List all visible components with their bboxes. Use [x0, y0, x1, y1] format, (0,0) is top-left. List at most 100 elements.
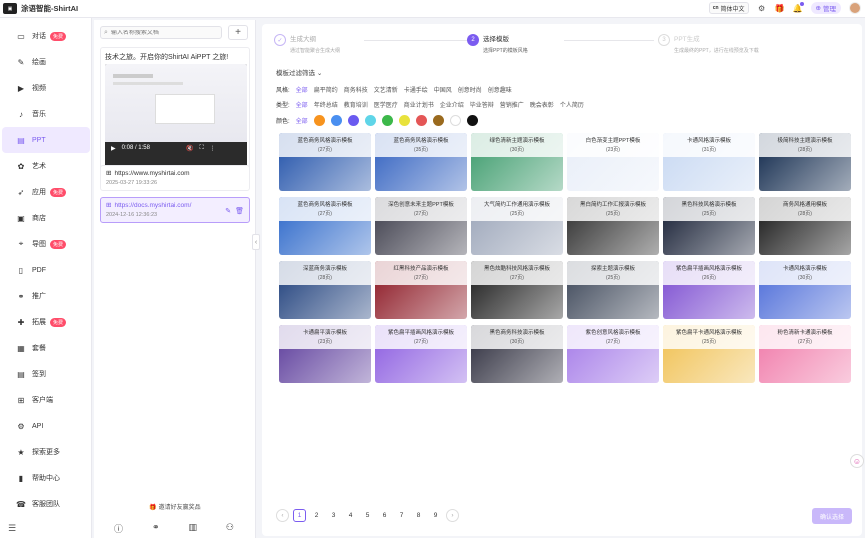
sidebar-item[interactable]: ☎ 客服团队	[2, 491, 90, 517]
color-swatch[interactable]	[466, 115, 478, 126]
template-card[interactable]: 绿色清新主题演示模板 (30页)	[471, 133, 563, 191]
template-card[interactable]: 商务风格通用模板 (28页)	[759, 197, 851, 255]
gift-icon[interactable]: 🎁	[775, 3, 785, 13]
page-number-button[interactable]: 3	[327, 509, 340, 522]
filter-option[interactable]: 卡通手绘	[404, 85, 428, 94]
collapse-sidebar-icon[interactable]: ☰	[8, 523, 16, 534]
sidebar-item[interactable]: ▦ 套餐	[2, 335, 90, 361]
step-outline[interactable]: ✓ 生成大纲 通过智能聚合生成大纲	[274, 34, 340, 54]
template-card[interactable]: 蓝色商务风格演示模板 (27页)	[279, 133, 371, 191]
filter-option[interactable]: 个人简历	[560, 100, 584, 109]
filter-option[interactable]: 创意趣味	[488, 85, 512, 94]
filter-option[interactable]: 商务科技	[344, 85, 368, 94]
language-selector[interactable]: cn 简体中文	[708, 2, 749, 14]
page-number-button[interactable]: 4	[344, 509, 357, 522]
template-card[interactable]: 黑白简约工作汇报演示模板 (25页)	[567, 197, 659, 255]
page-number-button[interactable]: 7	[395, 509, 408, 522]
color-filter-all[interactable]: 全部	[296, 116, 308, 125]
sidebar-item[interactable]: ✚ 拓展 免费	[2, 309, 90, 335]
filter-option[interactable]: 商业计划书	[404, 100, 434, 109]
color-swatch[interactable]	[398, 115, 410, 126]
color-swatch[interactable]	[347, 115, 359, 126]
template-card[interactable]: 卡通扁平演示模板 (23页)	[279, 325, 371, 383]
prev-page-button[interactable]: ‹	[276, 509, 289, 522]
link-icon[interactable]: ⚭	[152, 522, 160, 535]
template-card[interactable]: 紫色扁平插画风格演示模板 (26页)	[663, 261, 755, 319]
sidebar-item[interactable]: ▭ 对话 免费	[2, 23, 90, 49]
edit-icon[interactable]: ✎	[225, 207, 231, 215]
page-number-button[interactable]: 8	[412, 509, 425, 522]
assistant-float-icon[interactable]: ☺	[850, 454, 864, 468]
user-avatar[interactable]	[849, 2, 861, 14]
template-card[interactable]: 卡通风格演示模板 (30页)	[759, 261, 851, 319]
info-icon[interactable]: ⓘ	[114, 522, 123, 535]
fullscreen-icon[interactable]: ⛶	[199, 145, 203, 152]
template-card[interactable]: 紫色扁平卡通风格演示模板 (25页)	[663, 325, 755, 383]
step-template[interactable]: 2 选择模版 选择PPT的模板风格	[467, 34, 528, 54]
color-swatch[interactable]	[313, 115, 325, 126]
filter-option[interactable]: 扁平简约	[314, 85, 338, 94]
sidebar-item[interactable]: ⌖ 导图 免费	[2, 231, 90, 257]
template-card[interactable]: 深蓝商务演示模板 (28页)	[279, 261, 371, 319]
sidebar-item[interactable]: ➶ 应用 免费	[2, 179, 90, 205]
template-card[interactable]: 红黑科技产品演示模板 (27页)	[375, 261, 467, 319]
template-card[interactable]: 黑色商务科技演示模板 (30页)	[471, 325, 563, 383]
template-card[interactable]: 大气简约工作通用演示模板 (25页)	[471, 197, 563, 255]
settings-icon[interactable]: ⚙	[757, 3, 767, 13]
filter-option[interactable]: 年终总结	[314, 100, 338, 109]
sidebar-item[interactable]: ▤ 签到	[2, 361, 90, 387]
color-swatch[interactable]	[381, 115, 393, 126]
sidebar-item[interactable]: ▮ 帮助中心	[2, 465, 90, 491]
search-box[interactable]: ⌕	[100, 26, 222, 39]
step-generate[interactable]: 3 PPT生成 生成最终的PPT，进行在线预览及下载	[658, 34, 759, 54]
filter-option[interactable]: 营销推广	[500, 100, 524, 109]
app-logo-icon[interactable]: ▣	[3, 3, 17, 14]
video-player[interactable]: ▶ 0:08 / 1:58 🔇 ⛶ ⋮	[105, 64, 247, 168]
sidebar-item[interactable]: ▶ 视频	[2, 75, 90, 101]
filter-option[interactable]: 教育培训	[344, 100, 368, 109]
template-card[interactable]: 粉色清新卡通演示模板 (27页)	[759, 325, 851, 383]
delete-icon[interactable]: 🗑	[235, 207, 244, 215]
filter-option[interactable]: 全部	[296, 100, 308, 109]
more-icon[interactable]: ⋮	[210, 145, 216, 152]
filter-toggle[interactable]: 模板过滤筛选 ⌄	[276, 67, 322, 77]
chart-icon[interactable]: ▥	[188, 522, 197, 535]
sidebar-item[interactable]: ⚙ API	[2, 413, 90, 439]
search-input[interactable]	[110, 29, 211, 36]
team-icon[interactable]: ⚇	[226, 522, 234, 535]
page-number-button[interactable]: 9	[429, 509, 442, 522]
sidebar-item[interactable]: ▤ PPT	[2, 127, 90, 153]
sidebar-item[interactable]: ⚭ 推广	[2, 283, 90, 309]
sidebar-item[interactable]: ✿ 艺术	[2, 153, 90, 179]
color-swatch[interactable]	[415, 115, 427, 126]
template-card[interactable]: 紫色创意风格演示模板 (27页)	[567, 325, 659, 383]
template-card[interactable]: 探索主题演示模板 (25页)	[567, 261, 659, 319]
sidebar-item[interactable]: ▣ 商店	[2, 205, 90, 231]
color-swatch[interactable]	[432, 115, 444, 126]
manage-button[interactable]: ⊕ 管理	[810, 2, 841, 14]
filter-option[interactable]: 创意时尚	[458, 85, 482, 94]
confirm-button[interactable]: 确认选择	[812, 508, 852, 524]
template-card[interactable]: 卡通风格演示模板 (31页)	[663, 133, 755, 191]
sidebar-item[interactable]: ⊞ 客户端	[2, 387, 90, 413]
filter-option[interactable]: 企业介绍	[440, 100, 464, 109]
filter-option[interactable]: 中国风	[434, 85, 452, 94]
page-number-button[interactable]: 1	[293, 509, 306, 522]
template-card[interactable]: 深色创意未来主题PPT模板 (27页)	[375, 197, 467, 255]
page-number-button[interactable]: 2	[310, 509, 323, 522]
template-card[interactable]: 极简科技主题演示模板 (28页)	[759, 133, 851, 191]
page-number-button[interactable]: 6	[378, 509, 391, 522]
template-card[interactable]: 黑色炫酷科技风格演示模板 (27页)	[471, 261, 563, 319]
template-card[interactable]: 紫色扁平插画风格演示模板 (27页)	[375, 325, 467, 383]
color-swatch[interactable]	[364, 115, 376, 126]
filter-option[interactable]: 文艺清新	[374, 85, 398, 94]
sidebar-item[interactable]: ♪ 音乐	[2, 101, 90, 127]
filter-option[interactable]: 全部	[296, 85, 308, 94]
history-item[interactable]: ⊞ https://www.myshirtai.com 2025-03-27 19…	[100, 165, 250, 191]
invite-friends[interactable]: 🎁 邀请好友赢奖品	[94, 502, 256, 511]
template-card[interactable]: 蓝色商务风格演示模板 (27页)	[279, 197, 371, 255]
filter-option[interactable]: 毕业答辩	[470, 100, 494, 109]
collapse-panel-button[interactable]: ‹	[252, 234, 260, 250]
sidebar-item[interactable]: ▯ PDF	[2, 257, 90, 283]
play-icon[interactable]: ▶	[111, 145, 116, 152]
